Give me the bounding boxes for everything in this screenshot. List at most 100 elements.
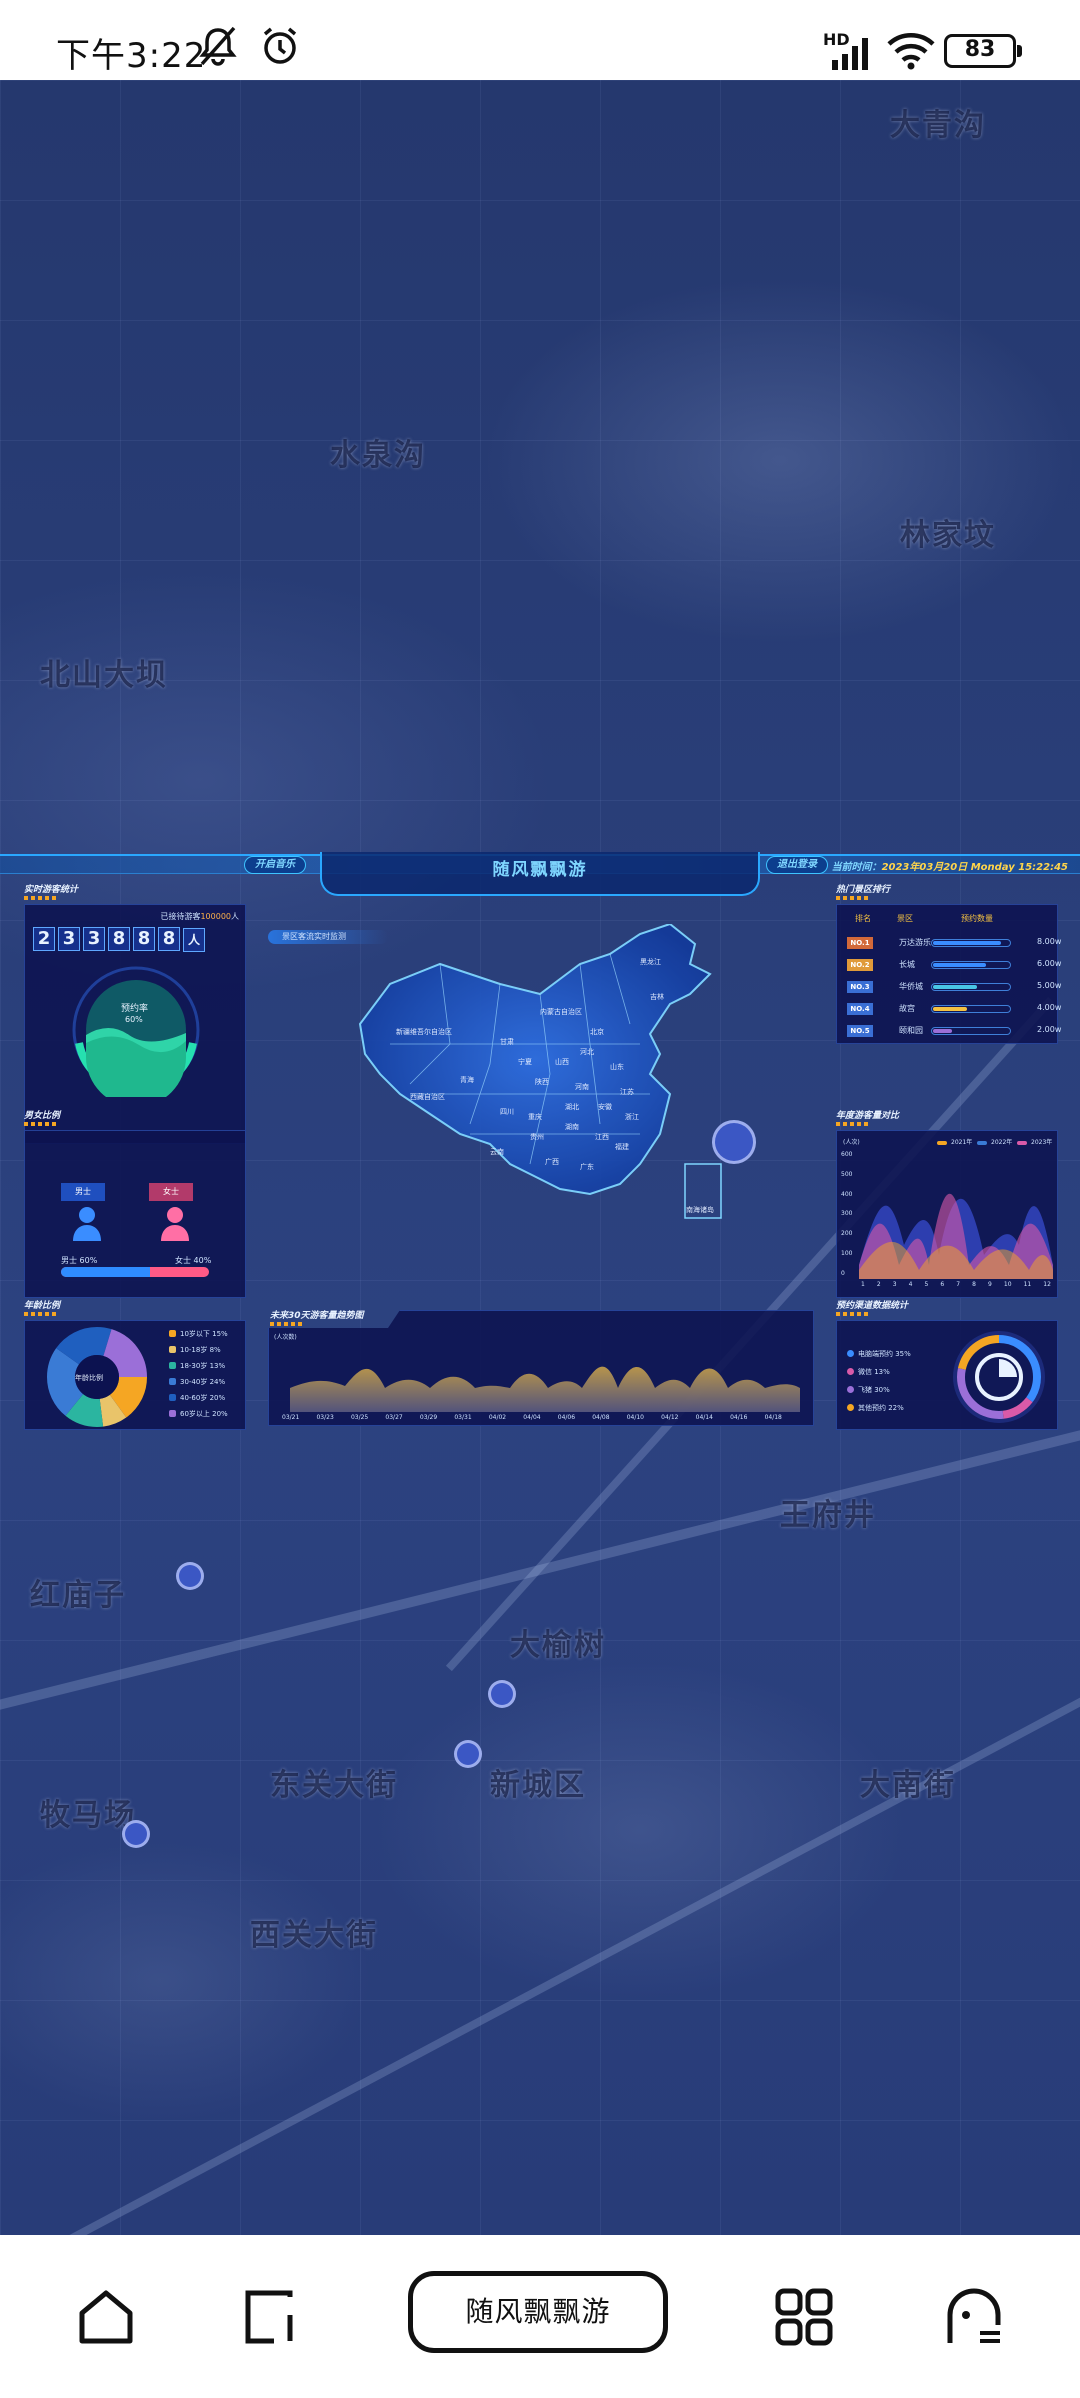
channel-legend-item: 其他预约 22% xyxy=(847,1403,904,1413)
rank-bar-fill xyxy=(933,1029,952,1033)
age-legend-item: 10岁以下 15% xyxy=(169,1329,228,1339)
x-tick: 04/16 xyxy=(730,1414,748,1421)
map-place-label: 牧马场 xyxy=(40,1798,136,1833)
map-pin-icon[interactable] xyxy=(454,1740,482,1768)
rank-row[interactable]: NO.2 长城 6.00w xyxy=(847,957,1061,973)
mute-bell-icon xyxy=(199,26,237,66)
logout-button[interactable]: 退出登录 xyxy=(766,856,828,874)
rank-value: 2.00w xyxy=(1037,1025,1062,1034)
gauge-label: 预约率 xyxy=(121,1004,149,1014)
rank-name: 长城 xyxy=(899,960,915,969)
male-percent: 男士 60% xyxy=(61,1256,98,1265)
female-tag: 女士 xyxy=(149,1183,193,1201)
title-stripes xyxy=(24,1312,58,1316)
map-pin-icon[interactable] xyxy=(176,1562,204,1590)
counter-digit: 2 xyxy=(33,927,55,951)
title-plate: 随风飘飘游 xyxy=(320,852,760,896)
map-province-label: 云南 xyxy=(490,1147,504,1156)
rank-row[interactable]: NO.3 华侨城 5.00w xyxy=(847,979,1061,995)
rank-value: 8.00w xyxy=(1037,937,1062,946)
map-province-label: 安徽 xyxy=(598,1102,612,1111)
counter-digit: 8 xyxy=(133,927,155,951)
rank-bar xyxy=(931,961,1011,969)
rank-row[interactable]: NO.5 颐和园 2.00w xyxy=(847,1023,1061,1039)
counter-digit: 8 xyxy=(108,927,130,951)
x-tick: 04/10 xyxy=(626,1414,644,1421)
map-pin-icon[interactable] xyxy=(488,1680,516,1708)
channel-title: 预约渠道数据统计 xyxy=(836,1301,909,1311)
rank-row[interactable]: NO.4 故宫 4.00w xyxy=(847,1001,1061,1017)
datetime: 当前时间：2023年03月20日 Monday 15:22:45 xyxy=(832,858,1068,873)
age-legend-item: 30-40岁 24% xyxy=(169,1377,225,1387)
x-tick: 04/02 xyxy=(488,1414,507,1421)
map-province-label: 山东 xyxy=(610,1062,624,1071)
rank-name: 颐和园 xyxy=(899,1026,923,1035)
title-stripes xyxy=(836,1312,870,1316)
title-stripes xyxy=(24,1122,58,1126)
map-pin-icon[interactable] xyxy=(122,1820,150,1848)
signal-icon xyxy=(832,38,868,70)
rank-name: 故宫 xyxy=(899,1004,915,1013)
gender-title: 男女比例 xyxy=(24,1111,61,1121)
map-province-label: 甘肃 xyxy=(500,1037,514,1046)
gender-panel: 男士 女士 男士 60% 女士 40% xyxy=(24,1130,246,1298)
map-province-label: 广西 xyxy=(545,1157,559,1166)
map-place-label: 大青沟 xyxy=(890,108,986,143)
x-tick: 03/25 xyxy=(350,1414,369,1421)
music-button[interactable]: 开启音乐 xyxy=(244,856,306,874)
map-province-label: 江苏 xyxy=(620,1087,634,1096)
map-place-label: 红庙子 xyxy=(30,1578,126,1613)
rank-row[interactable]: NO.1 万达游乐 8.00w xyxy=(847,935,1061,951)
yearly-title: 年度游客量对比 xyxy=(836,1111,900,1121)
y-tick: 300 xyxy=(841,1210,853,1218)
rank-name: 华侨城 xyxy=(899,982,923,991)
x-tick: 03/29 xyxy=(419,1414,438,1421)
china-map[interactable]: 新疆维吾尔自治区 西藏自治区 青海 甘肃 四川 云南 内蒙古自治区 黑龙江 吉林… xyxy=(350,924,750,1244)
total-visitors-label: 已接待游客100000人 xyxy=(160,912,239,921)
tabs-icon[interactable] xyxy=(240,2285,304,2349)
counter-digit: 3 xyxy=(58,927,80,951)
rank-bar xyxy=(931,983,1011,991)
y-tick: 200 xyxy=(841,1230,853,1238)
battery-indicator: 83 xyxy=(944,34,1022,68)
gender-bar xyxy=(61,1267,209,1277)
male-icon xyxy=(73,1207,101,1241)
rank-bar xyxy=(931,1005,1011,1013)
profile-ghost-icon[interactable] xyxy=(942,2285,1006,2349)
map-province-label: 河南 xyxy=(575,1082,589,1091)
map-province-label: 新疆维吾尔自治区 xyxy=(396,1027,452,1036)
x-tick: 03/21 xyxy=(282,1414,300,1421)
map-province-label: 青海 xyxy=(460,1075,474,1084)
x-tick: 03/23 xyxy=(316,1414,334,1421)
rank-badge: NO.1 xyxy=(847,937,873,949)
app-title-button[interactable]: 随风飘飘游 xyxy=(408,2271,668,2353)
male-tag: 男士 xyxy=(61,1183,105,1201)
yearly-legend-item: 2022年 xyxy=(977,1137,1012,1146)
map-province-label: 北京 xyxy=(590,1027,604,1036)
rank-header: 景区 xyxy=(897,914,913,923)
counter-digit: 3 xyxy=(83,927,105,951)
apps-grid-icon[interactable] xyxy=(772,2285,836,2349)
channel-legend-item: 电脑端预约 35% xyxy=(847,1349,911,1359)
total-visitors-value: 100000 xyxy=(200,912,231,921)
female-percent: 女士 40% xyxy=(175,1256,212,1265)
yearly-x-axis: 1 2 3 4 5 6 7 8 9 10 11 12 xyxy=(861,1281,1051,1288)
yearly-legend-item: 2021年 xyxy=(937,1137,972,1146)
rank-badge: NO.5 xyxy=(847,1025,873,1037)
rank-value: 4.00w xyxy=(1037,1003,1062,1012)
datetime-value: 2023年03月20日 Monday 15:22:45 xyxy=(881,862,1068,873)
yearly-unit: (人次) xyxy=(843,1139,860,1146)
yearly-y-axis: 600 500 400 300 200 100 0 xyxy=(841,1151,852,1277)
home-icon[interactable] xyxy=(74,2285,138,2349)
forecast-x-axis: 03/21 03/23 03/25 03/27 03/29 03/31 04/02 04/04… xyxy=(282,1414,782,1421)
map-province-label: 贵州 xyxy=(530,1132,544,1141)
rank-badge: NO.2 xyxy=(847,959,873,971)
title-stripes xyxy=(24,896,58,900)
x-tick: 04/04 xyxy=(523,1414,541,1421)
yearly-chart xyxy=(859,1193,1053,1279)
rank-bar xyxy=(931,939,1011,947)
y-tick: 600 xyxy=(841,1151,853,1158)
ranking-panel: 排名 景区 预约数量 NO.1 万达游乐 8.00w NO.2 长城 6.00w NO.3 华… xyxy=(836,904,1061,1044)
map-place-label: 西关大街 xyxy=(250,1918,378,1953)
rank-name: 万达游乐 xyxy=(899,938,931,947)
